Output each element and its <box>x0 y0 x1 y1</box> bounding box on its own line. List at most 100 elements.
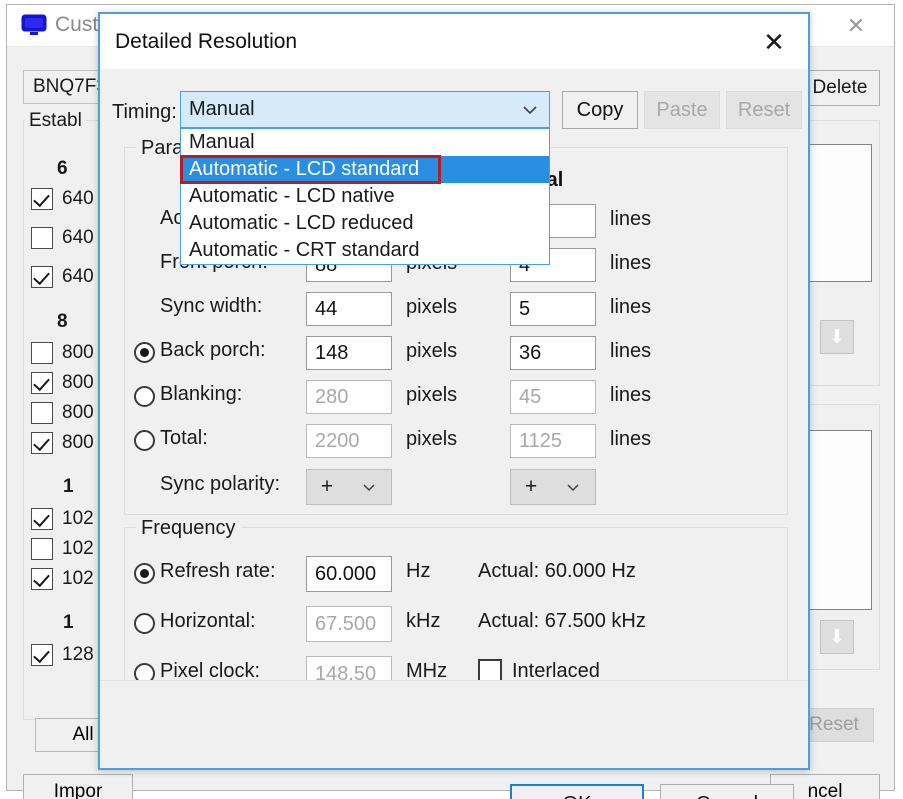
resolution-label: 102 <box>62 538 94 559</box>
established-resolutions-legend: Establ <box>25 110 86 132</box>
checkbox-icon[interactable] <box>31 432 53 454</box>
sync-width-vertical-unit: lines <box>610 296 652 318</box>
sync-width-horizontal-unit: pixels <box>406 296 458 318</box>
resolution-checkbox-row[interactable]: 800 <box>31 372 94 394</box>
dropdown-item-lcd-native[interactable]: Automatic - LCD native <box>181 183 549 210</box>
refresh-rate-radio[interactable] <box>134 563 155 584</box>
checkbox-icon[interactable] <box>31 508 53 530</box>
close-icon[interactable]: ✕ <box>836 11 876 41</box>
resolution-checkbox-row[interactable]: 128 <box>31 644 94 666</box>
back-porch-radio[interactable] <box>134 342 155 363</box>
resolution-checkbox-row[interactable]: 102 <box>31 568 94 590</box>
dropdown-item-crt-standard[interactable]: Automatic - CRT standard <box>181 237 549 264</box>
total-vertical-field: 1125 <box>510 424 596 458</box>
resolution-label: 102 <box>62 568 94 589</box>
active-vertical-unit: lines <box>610 208 652 230</box>
chevron-down-icon <box>567 484 579 492</box>
dropdown-item-lcd-reduced[interactable]: Automatic - LCD reduced <box>181 210 549 237</box>
row-blanking: Blanking: 280 pixels 45 lines <box>124 375 788 419</box>
resolution-label: 640 <box>62 188 94 209</box>
move-down-icon[interactable]: ⬇ <box>820 320 854 354</box>
blanking-horizontal-field: 280 <box>306 380 392 414</box>
resolution-label: 800 <box>62 372 94 393</box>
dialog-body: Timing: Manual Manual Automatic - LCD st… <box>100 69 808 799</box>
resolution-label: 102 <box>62 508 94 529</box>
checkbox-icon[interactable] <box>31 568 53 590</box>
paste-button: Paste <box>644 91 720 129</box>
checkbox-icon[interactable] <box>31 402 53 424</box>
resolution-label: 640 <box>62 266 94 287</box>
resolution-checkbox-row[interactable]: 102 <box>31 508 94 530</box>
timing-dropdown-list[interactable]: Manual Automatic - LCD standard Automati… <box>180 128 550 265</box>
close-icon[interactable]: ✕ <box>752 24 796 60</box>
detailed-resolution-dialog: Detailed Resolution ✕ Timing: Manual Man… <box>98 12 810 799</box>
blanking-horizontal-unit: pixels <box>406 384 458 406</box>
resolution-label: 640 <box>62 227 94 248</box>
back-porch-vertical-unit: lines <box>610 340 652 362</box>
resolution-checkbox-row[interactable]: 800 <box>31 342 94 364</box>
sync-polarity-horizontal-combobox[interactable]: + <box>306 469 392 505</box>
horizontal-frequency-radio[interactable] <box>134 613 155 634</box>
resolution-checkbox-row[interactable]: 102 <box>31 538 94 560</box>
back-porch-horizontal-field[interactable]: 148 <box>306 336 392 370</box>
chevron-down-icon <box>363 484 375 492</box>
sync-polarity-vertical-value: + <box>524 475 538 498</box>
blanking-radio[interactable] <box>134 386 155 407</box>
cancel-button[interactable]: Cancel <box>660 784 794 799</box>
timing-combobox-value: Manual <box>189 98 255 120</box>
blanking-vertical-unit: lines <box>610 384 652 406</box>
row-horizontal-frequency: Horizontal: 67.500 kHz Actual: 67.500 kH… <box>124 601 788 647</box>
checkbox-icon[interactable] <box>31 342 53 364</box>
row-refresh-rate: Refresh rate: 60.000 Hz Actual: 60.000 H… <box>124 551 788 597</box>
delete-button[interactable]: Delete <box>800 70 880 106</box>
horizontal-frequency-actual: Actual: 67.500 kHz <box>478 610 646 632</box>
row-total: Total: 2200 pixels 1125 lines <box>124 419 788 463</box>
horizontal-frequency-unit: kHz <box>406 610 441 632</box>
resolution-group-header: 1 <box>63 612 74 633</box>
move-down-icon-2[interactable]: ⬇ <box>820 620 854 654</box>
resolution-checkbox-row[interactable]: 640 <box>31 227 94 249</box>
refresh-rate-unit: Hz <box>406 560 431 582</box>
row-sync-polarity: Sync polarity: + + <box>124 465 788 509</box>
total-horizontal-field: 2200 <box>306 424 392 458</box>
total-radio[interactable] <box>134 430 155 451</box>
sync-polarity-vertical-combobox[interactable]: + <box>510 469 596 505</box>
resolution-checkbox-row[interactable]: 800 <box>31 432 94 454</box>
sync-polarity-label: Sync polarity: <box>160 473 281 495</box>
background-window-title: Cust <box>55 13 99 36</box>
checkbox-icon[interactable] <box>31 227 53 249</box>
monitor-icon <box>21 14 47 35</box>
resolution-checkbox-row[interactable]: 640 <box>31 266 94 288</box>
checkbox-icon[interactable] <box>31 372 53 394</box>
import-button[interactable]: Impor <box>23 774 133 799</box>
row-back-porch: Back porch: 148 pixels 36 lines <box>124 331 788 375</box>
dropdown-item-lcd-standard[interactable]: Automatic - LCD standard <box>180 155 549 184</box>
row-sync-width-label: Sync width: <box>160 295 263 317</box>
refresh-rate-actual: Actual: 60.000 Hz <box>478 560 636 582</box>
resolution-label: 128 <box>62 644 94 665</box>
row-back-porch-label: Back porch: <box>160 339 266 361</box>
refresh-rate-field[interactable]: 60.000 <box>306 556 392 592</box>
checkbox-icon[interactable] <box>31 644 53 666</box>
total-vertical-unit: lines <box>610 428 652 450</box>
timing-combobox[interactable]: Manual <box>180 91 550 128</box>
front-porch-vertical-unit: lines <box>610 252 652 274</box>
sync-width-vertical-field[interactable]: 5 <box>510 292 596 326</box>
copy-button[interactable]: Copy <box>562 91 638 129</box>
resolution-label: 800 <box>62 342 94 363</box>
ok-button[interactable]: OK <box>510 784 644 799</box>
resolution-checkbox-row[interactable]: 640 <box>31 188 94 210</box>
sync-width-horizontal-field[interactable]: 44 <box>306 292 392 326</box>
checkbox-icon[interactable] <box>31 266 53 288</box>
resolution-checkbox-row[interactable]: 800 <box>31 402 94 424</box>
chevron-down-icon[interactable] <box>521 101 539 119</box>
row-blanking-label: Blanking: <box>160 383 243 405</box>
checkbox-icon[interactable] <box>31 538 53 560</box>
resolution-group-header: 8 <box>57 311 68 332</box>
checkbox-icon[interactable] <box>31 188 53 210</box>
timing-label: Timing: <box>112 101 177 123</box>
back-porch-vertical-field[interactable]: 36 <box>510 336 596 370</box>
resolution-label: 800 <box>62 402 94 423</box>
horizontal-frequency-label: Horizontal: <box>160 610 256 632</box>
dropdown-item-manual[interactable]: Manual <box>181 129 549 156</box>
